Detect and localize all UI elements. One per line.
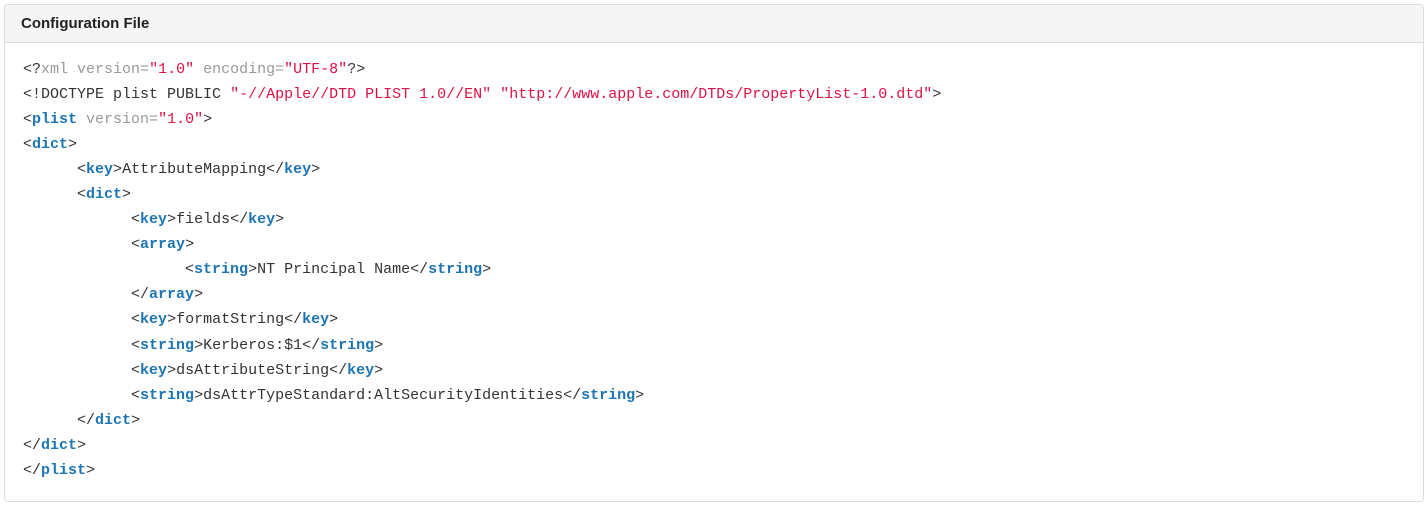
code-block: <?xml version="1.0" encoding="UTF-8"?> <… [5,43,1423,501]
panel-title: Configuration File [5,5,1423,43]
config-file-panel: Configuration File <?xml version="1.0" e… [4,4,1424,502]
